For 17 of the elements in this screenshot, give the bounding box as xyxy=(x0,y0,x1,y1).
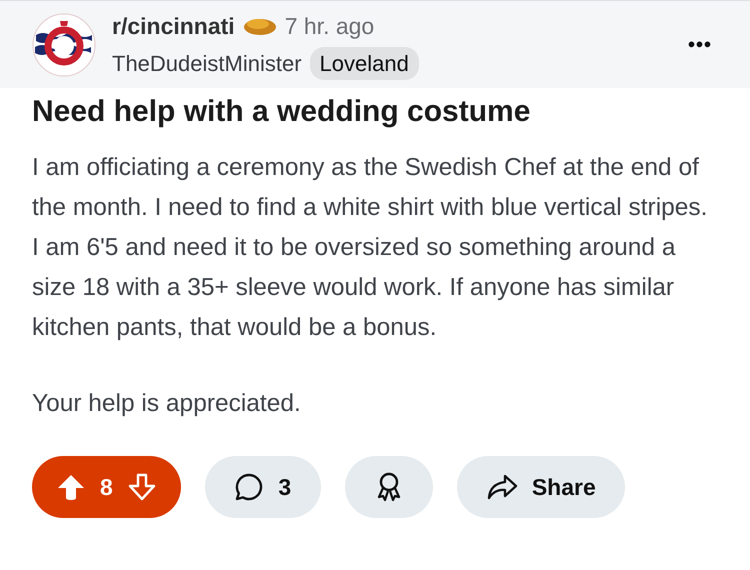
author-name[interactable]: TheDudeistMinister xyxy=(112,47,302,80)
comments-button[interactable]: 3 xyxy=(204,456,321,518)
share-button[interactable]: Share xyxy=(456,456,625,518)
downvote-icon[interactable] xyxy=(126,472,157,502)
post-title: Need help with a wedding costume xyxy=(31,94,532,130)
body-paragraph: Your help is appreciated. xyxy=(32,389,302,419)
share-icon xyxy=(486,473,518,501)
upvote-icon[interactable] xyxy=(56,472,86,502)
bread-icon xyxy=(242,16,277,36)
user-flair: Loveland xyxy=(310,47,419,80)
subreddit-name[interactable]: r/cincinnati xyxy=(112,8,235,44)
vote-count: 8 xyxy=(100,472,113,502)
comment-icon xyxy=(234,472,264,502)
more-options-button[interactable]: ••• xyxy=(682,28,718,60)
subreddit-avatar-icon xyxy=(32,12,96,76)
post-time: 7 hr. ago xyxy=(284,12,374,41)
body-paragraph: I am officiating a ceremony as the Swedish Chef at the end of the month. I need to find a white shirt with blue vertical stripes. I am 6'5 and need it to be oversized so something around a size 18 with a 35+ sleeve would work. If anyone has similar kitchen pants, that would be a bonus. xyxy=(32,153,708,343)
